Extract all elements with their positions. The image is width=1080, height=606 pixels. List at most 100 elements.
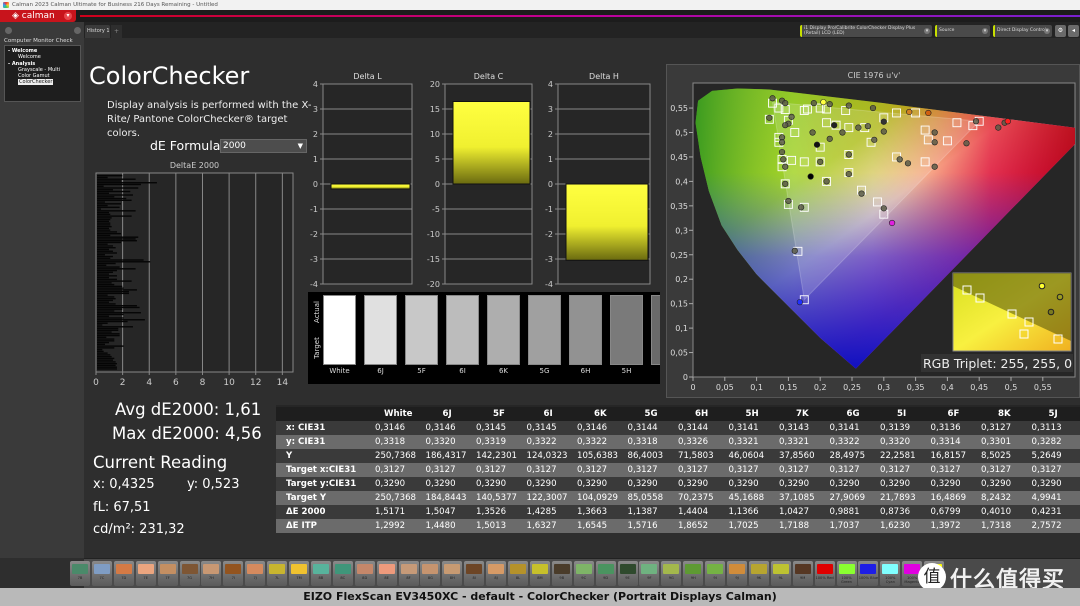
patch-label: 8D xyxy=(362,576,368,580)
deltae-bar xyxy=(97,236,139,238)
collapse-icon[interactable] xyxy=(5,27,12,34)
table-cell: 0,3127 xyxy=(425,465,456,475)
display-control-dropdown[interactable]: Direct Display Control ▾ xyxy=(993,25,1052,37)
deltae-bar xyxy=(97,264,107,266)
patch-8d[interactable]: 8D xyxy=(354,561,375,586)
patch-8i[interactable]: 8I xyxy=(464,561,485,586)
deltae-bar xyxy=(97,240,137,242)
patch-100-cyan[interactable]: 100% Cyan xyxy=(880,561,901,586)
swatch-5g[interactable] xyxy=(528,295,561,365)
y-tick-label: -20 xyxy=(427,280,440,289)
table-cell: 1,0427 xyxy=(779,507,810,517)
y-tick-label: 0,35 xyxy=(670,202,688,211)
pin-icon[interactable] xyxy=(74,27,81,34)
patch-8f[interactable]: 8F xyxy=(398,561,419,586)
delta-bar xyxy=(330,183,411,190)
table-cell: 0,3141 xyxy=(829,423,860,433)
table-cell: 0,3290 xyxy=(476,479,507,489)
patch-color xyxy=(794,564,811,574)
patch-100-green[interactable]: 100% Green xyxy=(836,561,857,586)
table-cell: 105,6383 xyxy=(577,451,619,461)
swatch-7k[interactable] xyxy=(651,295,660,365)
patch-color xyxy=(444,564,461,574)
measured-point xyxy=(778,148,786,156)
table-cell: 71,5803 xyxy=(678,451,714,461)
patch-7g[interactable]: 7G xyxy=(179,561,200,586)
column-header: 6H xyxy=(695,409,709,419)
source-dropdown[interactable]: Source ▾ xyxy=(935,25,990,37)
patch-9f[interactable]: 9F xyxy=(639,561,660,586)
patch-8l[interactable]: 8L xyxy=(508,561,528,586)
de-formula-select[interactable]: 2000 ▼ xyxy=(220,139,307,153)
sound-icon[interactable]: ◂ xyxy=(1068,25,1079,37)
patch-8m[interactable]: 8M xyxy=(529,561,550,586)
patch-9l[interactable]: 9L xyxy=(770,561,791,586)
patch-8g[interactable]: 8G xyxy=(420,561,441,586)
target-point xyxy=(920,157,930,167)
patch-label: 8L xyxy=(515,576,521,580)
patch-8j[interactable]: 8J xyxy=(486,561,507,586)
patch-7f[interactable]: 7F xyxy=(157,561,178,586)
settings-icon[interactable]: ⚙ xyxy=(1055,25,1066,37)
meter-dropdown[interactable]: i1 Display Pro/Calibrite ColorChecker Di… xyxy=(800,25,932,37)
patch-7i[interactable]: 7I xyxy=(223,561,244,586)
patch-8h[interactable]: 8H xyxy=(442,561,463,586)
tab-history-1[interactable]: History 1 xyxy=(85,25,110,38)
patch-label: 100% Cyan xyxy=(885,576,896,584)
deltae-bar xyxy=(97,340,115,342)
patch-9j[interactable]: 9J xyxy=(727,561,747,586)
patch-8c[interactable]: 8C xyxy=(332,561,353,586)
patch-7h[interactable]: 7H xyxy=(201,561,222,586)
patch-9e[interactable]: 9E xyxy=(617,561,638,586)
deltae-bar xyxy=(97,204,108,207)
patch-label: 9C xyxy=(581,576,587,580)
patch-7b[interactable]: 7B xyxy=(70,561,90,586)
table-cell: 0,3320 xyxy=(425,437,456,447)
add-tab-button[interactable]: + xyxy=(111,25,122,38)
patch-7e[interactable]: 7E xyxy=(135,561,156,586)
patch-9m[interactable]: 9M xyxy=(792,561,813,586)
chevron-down-icon[interactable]: ▾ xyxy=(64,12,72,20)
swatch-6k[interactable] xyxy=(487,295,520,365)
deltae-bar xyxy=(97,224,111,226)
target-point xyxy=(780,105,790,114)
patch-label: 9D xyxy=(603,576,609,580)
patch-7m[interactable]: 7M xyxy=(289,561,309,586)
patch-100-blue[interactable]: 100% Blue xyxy=(858,561,879,586)
y-tick-label: 0,05 xyxy=(670,349,688,358)
table-cell: 37,8560 xyxy=(779,451,815,461)
patch-color xyxy=(334,564,351,574)
patch-9h[interactable]: 9H xyxy=(683,561,704,586)
patch-8b[interactable]: 8B xyxy=(310,561,331,586)
tree-item[interactable]: ColorChecker xyxy=(8,79,77,86)
swatch-6h[interactable] xyxy=(569,295,602,365)
patch-8e[interactable]: 8E xyxy=(376,561,397,586)
patch-9d[interactable]: 9D xyxy=(595,561,616,586)
deltae-bar xyxy=(97,364,116,367)
patch-9c[interactable]: 9C xyxy=(573,561,594,586)
swatch-6i[interactable] xyxy=(446,295,479,365)
deltae-bar xyxy=(97,282,112,284)
swatch-6j[interactable] xyxy=(364,295,397,365)
patch-9i[interactable]: 9I xyxy=(705,561,726,586)
table-cell: 0,3146 xyxy=(375,423,406,433)
measured-point xyxy=(782,122,789,129)
patch-100-red[interactable]: 100% Red xyxy=(814,561,835,586)
y-tick-label: -1 xyxy=(545,205,553,214)
swatch-white[interactable] xyxy=(323,295,356,365)
patch-7d[interactable]: 7D xyxy=(113,561,134,586)
patch-7j[interactable]: 7J xyxy=(245,561,266,586)
patch-7c[interactable]: 7C xyxy=(91,561,112,586)
swatch-5h[interactable] xyxy=(610,295,643,365)
target-point xyxy=(911,108,921,118)
meter-label: i1 Display Pro/Calibrite ColorChecker Di… xyxy=(804,26,916,36)
deltae-chart-title: DeltaE 2000 xyxy=(169,161,220,170)
patch-9b[interactable]: 9B xyxy=(551,561,572,586)
table-cell: 0,3136 xyxy=(930,423,961,433)
deltae-bar xyxy=(97,210,136,212)
swatch-5f[interactable] xyxy=(405,295,438,365)
measured-point xyxy=(813,141,821,148)
patch-9k[interactable]: 9K xyxy=(748,561,769,586)
patch-7l[interactable]: 7L xyxy=(267,561,288,586)
patch-9g[interactable]: 9G xyxy=(661,561,682,586)
